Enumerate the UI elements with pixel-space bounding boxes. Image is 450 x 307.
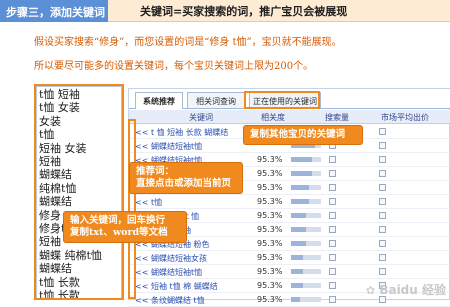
row-relevance-bar xyxy=(291,199,321,204)
row-price-indicator xyxy=(379,184,386,191)
row-search-indicator xyxy=(329,282,336,289)
watermark: ✿ Baidu 经验 xyxy=(366,281,446,298)
row-relevance: 95.3% xyxy=(257,183,283,192)
recommend-panel: 系统推荐 相关词查询 正在使用的关键词 关键词 相关度 搜索量 市场平均出价 <… xyxy=(128,88,450,307)
callout-input: 输入关键词，回车换行 复制txt、word等文档 xyxy=(64,212,186,242)
table-header: 关键词 相关度 搜索量 市场平均出价 xyxy=(129,110,450,124)
col-relevance[interactable]: 相关度 xyxy=(261,112,285,123)
help-line-1: 假设买家搜索“修身”，而您设置的词是“修身 t恤”，宝贝就不能展现。 xyxy=(34,37,342,48)
row-price-indicator xyxy=(379,254,386,261)
row-price-indicator xyxy=(379,240,386,247)
tab-system-recommend[interactable]: 系统推荐 xyxy=(135,92,183,109)
row-search-indicator xyxy=(329,268,336,275)
row-relevance-bar xyxy=(291,227,321,232)
row-keyword-link[interactable]: << t恤 xyxy=(135,197,162,208)
row-relevance: 95.3% xyxy=(257,225,283,234)
row-keyword-link[interactable]: << 条纹蝴蝶结 t恤 xyxy=(135,295,205,306)
row-relevance-bar xyxy=(291,213,321,218)
row-keyword-link[interactable]: << 蝴蝶结短袖t恤 xyxy=(135,141,202,152)
row-relevance-bar xyxy=(291,157,321,162)
row-relevance-bar xyxy=(291,255,321,260)
col-search[interactable]: 搜索量 xyxy=(325,112,349,123)
row-price-indicator xyxy=(379,226,386,233)
row-relevance: 95.3% xyxy=(257,281,283,290)
row-price-indicator xyxy=(379,156,386,163)
row-price-indicator xyxy=(379,142,386,149)
row-relevance: 95.3% xyxy=(257,197,283,206)
row-price-indicator xyxy=(379,170,386,177)
row-keyword-link[interactable]: << 蝴蝶结短袖女孩 xyxy=(135,253,207,264)
page-title: 关键词=买家搜索的词，推广宝贝会被展现 xyxy=(140,5,348,18)
recommend-title: 推荐词： xyxy=(136,166,175,177)
input-body: 复制txt、word等文档 xyxy=(70,227,168,238)
step-tab: 步骤三，添加关键词 xyxy=(0,0,108,22)
row-relevance: 95.3% xyxy=(257,211,283,220)
table-row[interactable]: << t恤 95.3% xyxy=(129,195,450,209)
row-search-indicator xyxy=(329,254,336,261)
row-relevance-bar xyxy=(291,171,321,176)
row-search-indicator xyxy=(329,198,336,205)
recommend-body: 直接点击或添加当前页 xyxy=(136,178,232,189)
col-keyword: 关键词 xyxy=(189,113,213,122)
row-keyword-link[interactable]: << 短袖 t恤 棉 蝴蝶结 xyxy=(135,281,218,292)
tab-related-query[interactable]: 相关词查询 xyxy=(187,92,245,108)
table-row[interactable]: << 蝴蝶结短袖女孩 95.3% xyxy=(129,251,450,265)
row-price-indicator xyxy=(379,198,386,205)
callout-copy-keywords: 复制其他宝贝的关键词 xyxy=(244,126,362,144)
help-line-2: 所以要尽可能多的设置关键词，每个宝贝关键词上限为200个。 xyxy=(34,61,314,72)
row-relevance: 95.3% xyxy=(257,155,283,164)
row-relevance-bar xyxy=(291,269,321,274)
row-keyword-link[interactable]: << t 恤 短袖 长款 蝴蝶结 xyxy=(135,127,228,138)
row-price-indicator xyxy=(379,128,386,135)
row-search-indicator xyxy=(329,184,336,191)
table-row[interactable]: << 蝴蝶结短袖t恤 95.3% xyxy=(129,265,450,279)
top-bar: 步骤三，添加关键词 关键词=买家搜索的词，推广宝贝会被展现 xyxy=(0,0,450,22)
row-relevance: 95.3% xyxy=(257,267,283,276)
row-relevance-bar xyxy=(291,241,321,246)
row-relevance: 95.3% xyxy=(257,169,283,178)
watermark-text: Baidu 经验 xyxy=(379,283,446,297)
row-price-indicator xyxy=(379,212,386,219)
row-relevance-bar xyxy=(291,185,321,190)
col-price[interactable]: 市场平均出价 xyxy=(381,112,429,123)
input-title: 输入关键词，回车换行 xyxy=(70,215,166,226)
row-search-indicator xyxy=(329,212,336,219)
callout-recommend: 推荐词： 直接点击或添加当前页 xyxy=(130,163,242,193)
row-relevance: 95.3% xyxy=(257,253,283,262)
row-price-indicator xyxy=(379,268,386,275)
paw-icon: ✿ xyxy=(365,284,376,297)
in-use-tab-highlight xyxy=(244,91,320,109)
row-keyword-link[interactable]: << 蝴蝶结短袖t恤 xyxy=(135,267,202,278)
row-search-indicator xyxy=(329,226,336,233)
left-panel-highlight xyxy=(34,84,124,300)
row-search-indicator xyxy=(329,170,336,177)
row-relevance-bar xyxy=(291,283,321,288)
left-column-highlight xyxy=(128,119,136,299)
row-search-indicator xyxy=(329,240,336,247)
row-search-indicator xyxy=(329,156,336,163)
row-relevance: 95.3% xyxy=(257,239,283,248)
